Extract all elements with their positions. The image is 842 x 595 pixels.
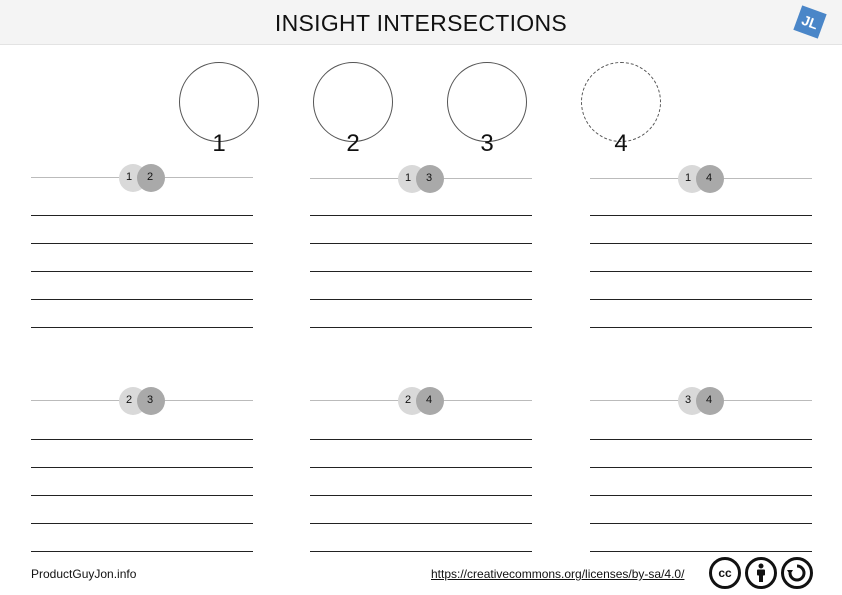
venn-b: 2 <box>147 171 154 183</box>
venn-b: 3 <box>147 394 154 406</box>
writing-line[interactable] <box>590 299 812 300</box>
writing-line[interactable] <box>310 523 532 524</box>
footer-site-link[interactable]: ProductGuyJon.info <box>31 567 136 581</box>
venn-a: 3 <box>685 394 692 406</box>
writing-line[interactable] <box>310 271 532 272</box>
writing-line[interactable] <box>31 439 253 440</box>
writing-line[interactable] <box>590 551 812 552</box>
intersection-block-1-4: 1 4 <box>590 165 812 335</box>
writing-line[interactable] <box>590 215 812 216</box>
page-title: INSIGHT INTERSECTIONS <box>274 10 568 36</box>
writing-line[interactable] <box>590 495 812 496</box>
venn-badge: 1 4 <box>678 165 738 193</box>
writing-line[interactable] <box>31 243 253 244</box>
writing-line[interactable] <box>31 215 253 216</box>
writing-line[interactable] <box>310 299 532 300</box>
writing-line[interactable] <box>590 327 812 328</box>
writing-line[interactable] <box>310 439 532 440</box>
venn-b: 4 <box>706 394 713 406</box>
writing-line[interactable] <box>31 523 253 524</box>
writing-line[interactable] <box>310 215 532 216</box>
writing-line[interactable] <box>590 467 812 468</box>
venn-badge: 2 4 <box>398 387 458 415</box>
venn-badge: 2 3 <box>119 387 179 415</box>
venn-a: 1 <box>405 172 412 184</box>
intersection-block-2-3: 2 3 <box>31 387 253 557</box>
intersection-block-1-2: 1 2 <box>31 164 253 334</box>
intersection-block-1-3: 1 3 <box>310 165 532 335</box>
circle-1-label: 1 <box>212 130 226 157</box>
writing-line[interactable] <box>31 299 253 300</box>
writing-line[interactable] <box>31 271 253 272</box>
attribution-icon <box>745 557 777 589</box>
venn-a: 2 <box>405 394 412 406</box>
venn-b: 4 <box>426 394 433 406</box>
intersection-block-2-4: 2 4 <box>310 387 532 557</box>
writing-line[interactable] <box>31 467 253 468</box>
venn-badge: 3 4 <box>678 387 738 415</box>
writing-line[interactable] <box>310 243 532 244</box>
venn-a: 2 <box>126 394 133 406</box>
writing-line[interactable] <box>590 243 812 244</box>
license-link[interactable]: https://creativecommons.org/licenses/by-… <box>431 567 684 581</box>
circle-3-label: 3 <box>480 130 494 157</box>
writing-line[interactable] <box>590 439 812 440</box>
venn-a: 1 <box>685 172 692 184</box>
intersection-block-3-4: 3 4 <box>590 387 812 557</box>
writing-line[interactable] <box>31 327 253 328</box>
venn-badge: 1 3 <box>398 165 458 193</box>
cc-icon: cc <box>709 557 741 589</box>
page-header: INSIGHT INTERSECTIONS JL <box>0 0 842 45</box>
writing-line[interactable] <box>310 551 532 552</box>
writing-line[interactable] <box>310 495 532 496</box>
writing-line[interactable] <box>310 467 532 468</box>
venn-a: 1 <box>126 171 133 183</box>
writing-line[interactable] <box>31 495 253 496</box>
venn-b: 4 <box>706 172 713 184</box>
writing-line[interactable] <box>590 271 812 272</box>
writing-line[interactable] <box>590 523 812 524</box>
writing-line[interactable] <box>31 551 253 552</box>
circle-2-label: 2 <box>346 130 360 157</box>
venn-badge: 1 2 <box>119 164 179 192</box>
circle-4-label: 4 <box>614 130 628 157</box>
venn-b: 3 <box>426 172 433 184</box>
writing-line[interactable] <box>310 327 532 328</box>
share-alike-icon <box>781 557 813 589</box>
